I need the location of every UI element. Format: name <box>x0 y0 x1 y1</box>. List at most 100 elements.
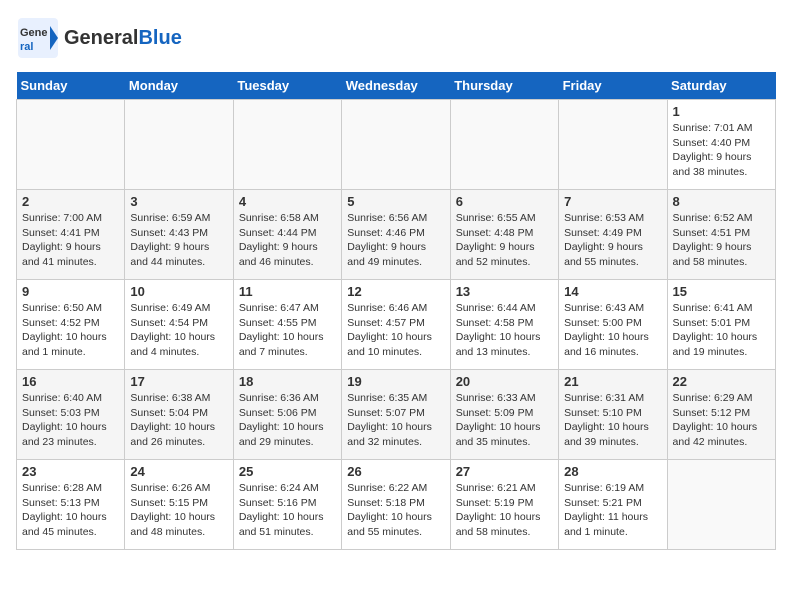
logo-svg: Gene ral <box>16 16 60 60</box>
day-info: Sunrise: 6:53 AM Sunset: 4:49 PM Dayligh… <box>564 211 661 270</box>
calendar-cell: 14 Sunrise: 6:43 AM Sunset: 5:00 PM Dayli… <box>559 280 667 370</box>
day-info: Sunrise: 6:52 AM Sunset: 4:51 PM Dayligh… <box>673 211 770 270</box>
calendar-cell <box>667 460 775 550</box>
day-number: 7 <box>564 194 661 209</box>
weekday-header-sunday: Sunday <box>17 72 125 100</box>
day-info: Sunrise: 6:40 AM Sunset: 5:03 PM Dayligh… <box>22 391 119 450</box>
day-info: Sunrise: 6:24 AM Sunset: 5:16 PM Dayligh… <box>239 481 336 540</box>
weekday-header-wednesday: Wednesday <box>342 72 450 100</box>
calendar-week-2: 2 Sunrise: 7:00 AM Sunset: 4:41 PM Daylig… <box>17 190 776 280</box>
calendar-cell: 13Sunrise: 6:44 AM Sunset: 4:58 PM Dayli… <box>450 280 558 370</box>
day-info: Sunrise: 6:19 AM Sunset: 5:21 PM Dayligh… <box>564 481 661 540</box>
calendar-cell: 21 Sunrise: 6:31 AM Sunset: 5:10 PM Dayli… <box>559 370 667 460</box>
calendar-cell: 28 Sunrise: 6:19 AM Sunset: 5:21 PM Dayli… <box>559 460 667 550</box>
day-number: 1 <box>673 104 770 119</box>
day-info: Sunrise: 6:41 AM Sunset: 5:01 PM Dayligh… <box>673 301 770 360</box>
calendar-cell: 18 Sunrise: 6:36 AM Sunset: 5:06 PM Dayli… <box>233 370 341 460</box>
calendar-cell: 26Sunrise: 6:22 AM Sunset: 5:18 PM Dayli… <box>342 460 450 550</box>
day-info: Sunrise: 6:59 AM Sunset: 4:43 PM Dayligh… <box>130 211 227 270</box>
day-info: Sunrise: 6:36 AM Sunset: 5:06 PM Dayligh… <box>239 391 336 450</box>
calendar-week-3: 9 Sunrise: 6:50 AM Sunset: 4:52 PM Daylig… <box>17 280 776 370</box>
day-number: 20 <box>456 374 553 389</box>
day-info: Sunrise: 7:01 AM Sunset: 4:40 PM Dayligh… <box>673 121 770 180</box>
calendar-cell: 25 Sunrise: 6:24 AM Sunset: 5:16 PM Dayli… <box>233 460 341 550</box>
calendar-week-1: 1 Sunrise: 7:01 AM Sunset: 4:40 PM Daylig… <box>17 100 776 190</box>
day-info: Sunrise: 6:33 AM Sunset: 5:09 PM Dayligh… <box>456 391 553 450</box>
day-number: 25 <box>239 464 336 479</box>
svg-text:Gene: Gene <box>20 27 48 39</box>
calendar-cell: 27Sunrise: 6:21 AM Sunset: 5:19 PM Dayli… <box>450 460 558 550</box>
day-info: Sunrise: 6:31 AM Sunset: 5:10 PM Dayligh… <box>564 391 661 450</box>
logo-text-general: General <box>64 27 138 49</box>
calendar-cell: 2 Sunrise: 7:00 AM Sunset: 4:41 PM Daylig… <box>17 190 125 280</box>
calendar-cell: 16Sunrise: 6:40 AM Sunset: 5:03 PM Dayli… <box>17 370 125 460</box>
calendar-cell <box>125 100 233 190</box>
day-number: 9 <box>22 284 119 299</box>
weekday-header-monday: Monday <box>125 72 233 100</box>
calendar-cell: 5 Sunrise: 6:56 AM Sunset: 4:46 PM Daylig… <box>342 190 450 280</box>
day-number: 12 <box>347 284 444 299</box>
day-number: 18 <box>239 374 336 389</box>
day-info: Sunrise: 6:38 AM Sunset: 5:04 PM Dayligh… <box>130 391 227 450</box>
calendar-cell: 20 Sunrise: 6:33 AM Sunset: 5:09 PM Dayli… <box>450 370 558 460</box>
day-number: 4 <box>239 194 336 209</box>
weekday-header-saturday: Saturday <box>667 72 775 100</box>
day-info: Sunrise: 6:28 AM Sunset: 5:13 PM Dayligh… <box>22 481 119 540</box>
day-number: 21 <box>564 374 661 389</box>
logo: Gene ral GeneralBlue <box>16 16 182 60</box>
calendar-cell: 4 Sunrise: 6:58 AM Sunset: 4:44 PM Daylig… <box>233 190 341 280</box>
calendar-week-5: 23 Sunrise: 6:28 AM Sunset: 5:13 PM Dayli… <box>17 460 776 550</box>
day-info: Sunrise: 6:43 AM Sunset: 5:00 PM Dayligh… <box>564 301 661 360</box>
day-number: 26 <box>347 464 444 479</box>
day-number: 23 <box>22 464 119 479</box>
day-info: Sunrise: 6:44 AM Sunset: 4:58 PM Dayligh… <box>456 301 553 360</box>
calendar-cell: 9 Sunrise: 6:50 AM Sunset: 4:52 PM Daylig… <box>17 280 125 370</box>
calendar-cell: 8Sunrise: 6:52 AM Sunset: 4:51 PM Daylig… <box>667 190 775 280</box>
day-info: Sunrise: 6:49 AM Sunset: 4:54 PM Dayligh… <box>130 301 227 360</box>
day-number: 10 <box>130 284 227 299</box>
day-info: Sunrise: 6:26 AM Sunset: 5:15 PM Dayligh… <box>130 481 227 540</box>
day-info: Sunrise: 6:55 AM Sunset: 4:48 PM Dayligh… <box>456 211 553 270</box>
calendar-cell <box>450 100 558 190</box>
day-info: Sunrise: 6:46 AM Sunset: 4:57 PM Dayligh… <box>347 301 444 360</box>
logo-text-blue: Blue <box>138 27 181 49</box>
header: Gene ral GeneralBlue <box>16 16 776 60</box>
day-info: Sunrise: 6:56 AM Sunset: 4:46 PM Dayligh… <box>347 211 444 270</box>
day-number: 11 <box>239 284 336 299</box>
day-info: Sunrise: 6:58 AM Sunset: 4:44 PM Dayligh… <box>239 211 336 270</box>
calendar-cell: 17 Sunrise: 6:38 AM Sunset: 5:04 PM Dayli… <box>125 370 233 460</box>
day-info: Sunrise: 6:50 AM Sunset: 4:52 PM Dayligh… <box>22 301 119 360</box>
weekday-header-thursday: Thursday <box>450 72 558 100</box>
day-number: 28 <box>564 464 661 479</box>
day-number: 2 <box>22 194 119 209</box>
day-number: 15 <box>673 284 770 299</box>
day-number: 5 <box>347 194 444 209</box>
calendar-cell: 15 Sunrise: 6:41 AM Sunset: 5:01 PM Dayli… <box>667 280 775 370</box>
day-number: 14 <box>564 284 661 299</box>
calendar-cell: 3 Sunrise: 6:59 AM Sunset: 4:43 PM Daylig… <box>125 190 233 280</box>
day-info: Sunrise: 7:00 AM Sunset: 4:41 PM Dayligh… <box>22 211 119 270</box>
calendar-cell: 7 Sunrise: 6:53 AM Sunset: 4:49 PM Daylig… <box>559 190 667 280</box>
day-number: 19 <box>347 374 444 389</box>
calendar-cell: 24 Sunrise: 6:26 AM Sunset: 5:15 PM Dayli… <box>125 460 233 550</box>
weekday-header-friday: Friday <box>559 72 667 100</box>
day-number: 22 <box>673 374 770 389</box>
day-info: Sunrise: 6:29 AM Sunset: 5:12 PM Dayligh… <box>673 391 770 450</box>
calendar-cell: 1 Sunrise: 7:01 AM Sunset: 4:40 PM Daylig… <box>667 100 775 190</box>
calendar-table: SundayMondayTuesdayWednesdayThursdayFrid… <box>16 72 776 550</box>
calendar-cell: 12 Sunrise: 6:46 AM Sunset: 4:57 PM Dayli… <box>342 280 450 370</box>
calendar-cell <box>342 100 450 190</box>
day-number: 6 <box>456 194 553 209</box>
svg-text:ral: ral <box>20 41 33 53</box>
calendar-cell <box>559 100 667 190</box>
calendar-cell: 22 Sunrise: 6:29 AM Sunset: 5:12 PM Dayli… <box>667 370 775 460</box>
day-number: 17 <box>130 374 227 389</box>
day-number: 24 <box>130 464 227 479</box>
calendar-cell: 11Sunrise: 6:47 AM Sunset: 4:55 PM Dayli… <box>233 280 341 370</box>
calendar-cell: 19Sunrise: 6:35 AM Sunset: 5:07 PM Dayli… <box>342 370 450 460</box>
calendar-cell <box>233 100 341 190</box>
calendar-cell: 23 Sunrise: 6:28 AM Sunset: 5:13 PM Dayli… <box>17 460 125 550</box>
calendar-cell <box>17 100 125 190</box>
day-number: 3 <box>130 194 227 209</box>
calendar-week-4: 16Sunrise: 6:40 AM Sunset: 5:03 PM Dayli… <box>17 370 776 460</box>
